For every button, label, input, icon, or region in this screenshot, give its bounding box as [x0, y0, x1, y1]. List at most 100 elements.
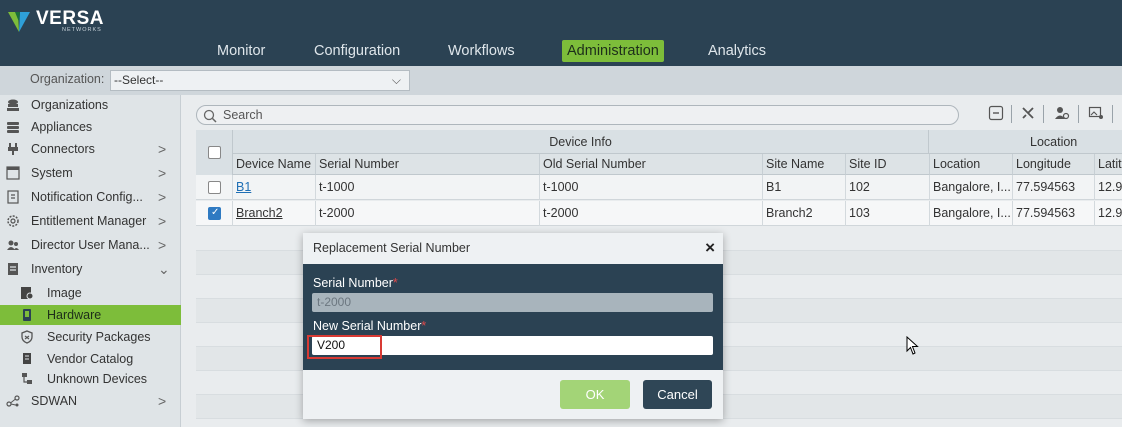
inventory-icon — [8, 263, 18, 275]
column-site-name[interactable]: Site Name — [763, 154, 846, 175]
sidebar-item-sdwan[interactable]: SDWAN > — [0, 391, 181, 411]
column-longitude[interactable]: Longitude — [1013, 154, 1095, 175]
ok-button[interactable]: OK — [560, 380, 630, 409]
replacement-serial-dialog: Replacement Serial Number × Serial Numbe… — [303, 233, 723, 419]
nav-monitor[interactable]: Monitor — [217, 40, 265, 62]
sidebar-item-label: Inventory — [31, 262, 83, 276]
dialog-footer: OK Cancel — [303, 370, 723, 419]
row-checkbox[interactable] — [208, 181, 221, 194]
sidebar-item-label: Entitlement Manager — [31, 214, 147, 228]
device-link-b1[interactable]: B1 — [236, 180, 251, 194]
group-device-info: Device Info — [233, 130, 929, 154]
sidebar-item-appliances[interactable]: Appliances — [0, 117, 181, 137]
system-icon — [6, 166, 20, 180]
longitude-cell: 77.594563 — [1013, 201, 1095, 226]
column-site-id[interactable]: Site ID — [846, 154, 930, 175]
sidebar-item-organizations[interactable]: Organizations — [0, 95, 181, 115]
chevron-down-icon: ⌵ — [391, 73, 401, 87]
sidebar-item-label: Organizations — [31, 98, 109, 112]
sidebar-item-label: SDWAN — [31, 394, 78, 408]
sidebar-item-label: Hardware — [47, 308, 102, 322]
old-serial-cell: t-2000 — [540, 201, 763, 226]
collapse-icon[interactable] — [988, 105, 1004, 121]
table-row[interactable]: Branch2 t-2000 t-2000 Branch2 103 Bangal… — [196, 201, 1122, 226]
chevron-right-icon: > — [158, 213, 167, 229]
sidebar-item-unknown-devices[interactable]: Unknown Devices — [0, 369, 181, 389]
chevron-right-icon: > — [158, 393, 167, 409]
row-checkbox[interactable] — [208, 207, 221, 220]
serial-cell: t-2000 — [316, 201, 540, 226]
site-id-cell: 103 — [846, 201, 930, 226]
tools-icon[interactable] — [1020, 105, 1036, 121]
latitude-cell: 12.9 — [1098, 206, 1122, 220]
user-settings-icon[interactable] — [1054, 105, 1070, 121]
users-icon — [7, 240, 19, 250]
select-all-checkbox[interactable] — [208, 146, 221, 159]
required-marker: * — [392, 276, 398, 290]
search-placeholder: Search — [223, 108, 263, 122]
chevron-down-icon: ⌄ — [158, 261, 170, 277]
column-serial-number[interactable]: Serial Number — [316, 154, 540, 175]
device-link-branch2[interactable]: Branch2 — [236, 206, 283, 220]
sidebar-item-label: Unknown Devices — [47, 372, 148, 386]
search-input[interactable]: Search — [196, 105, 959, 125]
toolbar-divider — [1112, 105, 1113, 123]
sidebar-item-security-packages[interactable]: Security Packages — [0, 327, 181, 347]
site-name-cell: B1 — [763, 175, 846, 200]
column-location[interactable]: Location — [930, 154, 1013, 175]
sidebar-item-label: Director User Mana... — [31, 238, 150, 252]
toolbar-divider — [1078, 105, 1079, 123]
device-name-cell: B1 — [233, 175, 316, 200]
sidebar-item-system[interactable]: System > — [0, 163, 181, 183]
image-settings-icon[interactable] — [1088, 105, 1104, 121]
dialog-body: Serial Number* t-2000 New Serial Number*… — [303, 264, 723, 370]
sidebar-item-director-user-management[interactable]: Director User Mana... > — [0, 235, 181, 255]
nav-workflows[interactable]: Workflows — [448, 40, 515, 62]
site-id-cell: 102 — [846, 175, 930, 200]
sidebar-item-hardware[interactable]: Hardware — [0, 305, 181, 325]
close-icon[interactable]: × — [705, 238, 715, 258]
organization-select[interactable]: --Select-- ⌵ — [110, 70, 410, 91]
sidebar-item-inventory[interactable]: Inventory ⌄ — [0, 259, 181, 279]
dialog-title: Replacement Serial Number — [313, 241, 471, 255]
table-row[interactable]: B1 t-1000 t-1000 B1 102 Bangalore, I... … — [196, 175, 1122, 200]
sidebar-item-image[interactable]: Image — [0, 283, 181, 303]
sidebar-item-connectors[interactable]: Connectors > — [0, 139, 181, 159]
sidebar-item-vendor-catalog[interactable]: Vendor Catalog — [0, 349, 181, 369]
column-old-serial-number[interactable]: Old Serial Number — [540, 154, 763, 175]
column-device-name[interactable]: Device Name — [233, 154, 316, 175]
nav-configuration[interactable]: Configuration — [314, 40, 400, 62]
new-serial-number-field[interactable]: V200 — [312, 336, 713, 355]
organization-bar: Organization: --Select-- ⌵ — [0, 66, 1122, 95]
hardware-icon — [23, 309, 31, 321]
device-name-cell: Branch2 — [233, 201, 316, 226]
dialog-header: Replacement Serial Number × — [303, 233, 723, 264]
toolbar-divider — [1011, 105, 1012, 123]
search-icon — [203, 109, 217, 123]
organization-label: Organization: — [30, 72, 105, 86]
gear-icon — [7, 215, 19, 227]
serial-number-label: Serial Number* — [313, 276, 398, 290]
appliances-icon — [7, 122, 19, 133]
versa-logo-icon — [8, 12, 30, 32]
nav-administration[interactable]: Administration — [562, 40, 664, 62]
chevron-right-icon: > — [158, 141, 167, 157]
sidebar-item-label: Image — [47, 286, 82, 300]
column-latitude[interactable]: Latit — [1095, 154, 1122, 175]
sidebar-item-label: System — [31, 166, 73, 180]
organization-select-value: --Select-- — [114, 73, 164, 87]
sidebar-item-label: Security Packages — [47, 330, 151, 344]
sidebar-item-notification-config[interactable]: Notification Config... > — [0, 187, 181, 207]
organizations-icon — [7, 99, 19, 111]
serial-cell: t-1000 — [316, 175, 540, 200]
unknown-devices-icon — [22, 373, 32, 384]
nav-analytics[interactable]: Analytics — [708, 40, 766, 62]
old-serial-cell: t-1000 — [540, 175, 763, 200]
chevron-right-icon: > — [158, 165, 167, 181]
sidebar-item-label: Notification Config... — [31, 190, 143, 204]
required-marker: * — [421, 319, 427, 333]
sidebar-item-entitlement-manager[interactable]: Entitlement Manager > — [0, 211, 181, 231]
group-location: Location — [1030, 135, 1078, 149]
notification-icon — [7, 190, 19, 204]
cancel-button[interactable]: Cancel — [643, 380, 712, 409]
